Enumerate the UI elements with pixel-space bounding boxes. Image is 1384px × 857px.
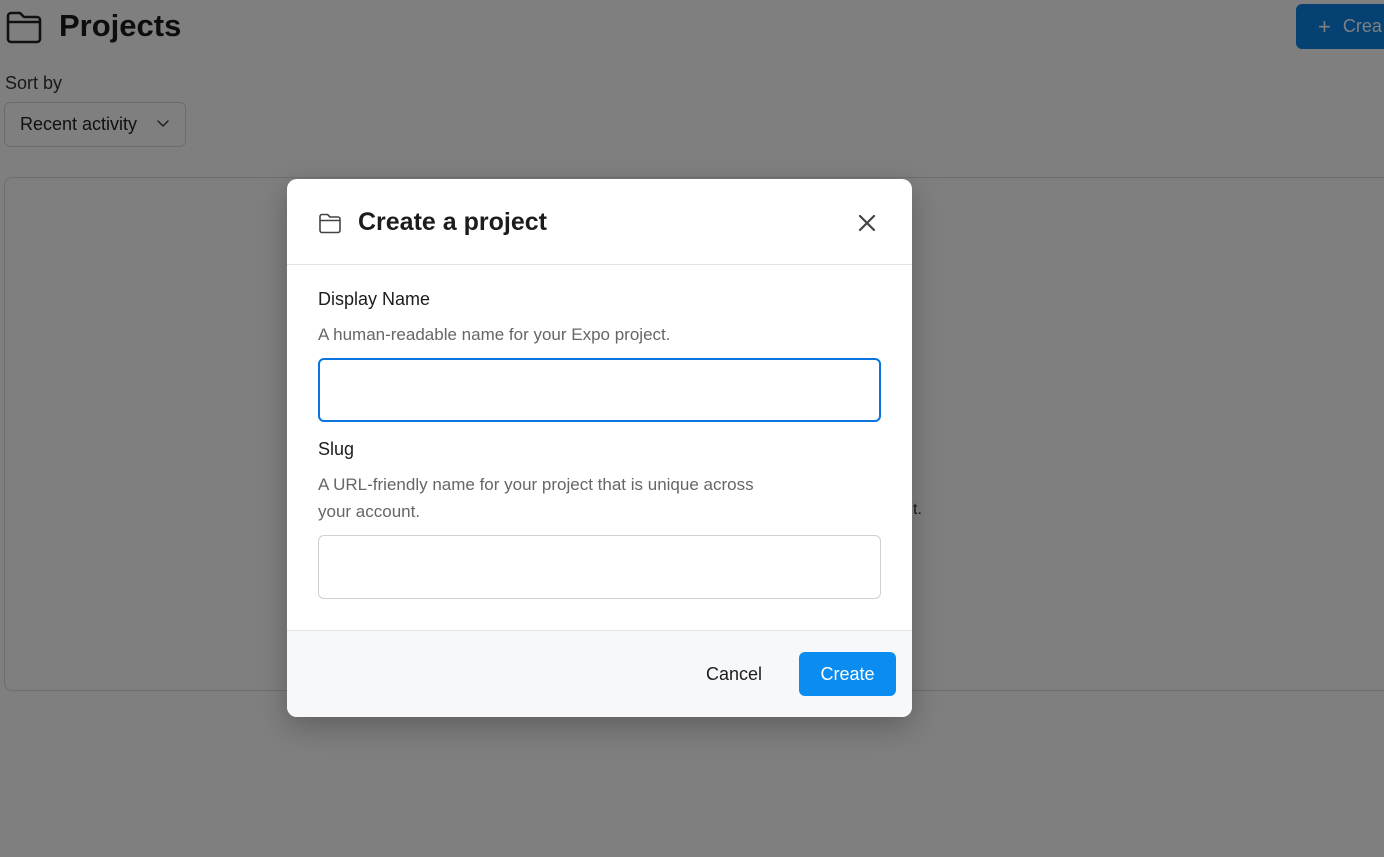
slug-help-line-1: A URL-friendly name for your project tha… [318,475,754,494]
slug-input[interactable] [318,535,881,599]
slug-help: A URL-friendly name for your project tha… [318,471,818,525]
dialog-footer: Cancel Create [287,630,912,717]
projects-page: Projects + Crea Sort by Recent activity … [0,0,1384,857]
dialog-title: Create a project [358,208,547,236]
display-name-label: Display Name [318,289,431,309]
slug-label: Slug [318,439,355,459]
create-project-dialog: Create a project Display Name A human-re… [287,179,912,717]
display-name-input[interactable] [318,358,881,422]
dialog-header: Create a project [287,179,912,265]
create-button[interactable]: Create [799,652,896,696]
cancel-button[interactable]: Cancel [689,652,779,696]
close-icon[interactable] [857,213,877,233]
folder-icon [319,213,341,234]
display-name-help: A human-readable name for your Expo proj… [318,325,671,344]
slug-help-line-2: your account. [318,502,421,521]
